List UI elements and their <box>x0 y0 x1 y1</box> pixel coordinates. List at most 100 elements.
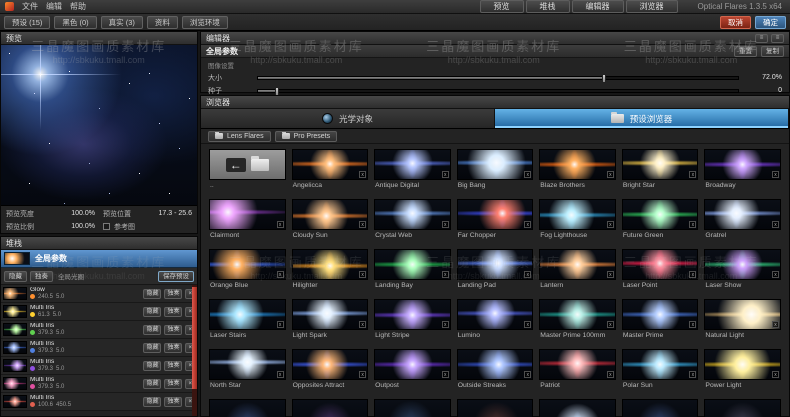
preset-thumbnail[interactable]: x <box>374 399 451 417</box>
preset-cell[interactable]: x Future Green <box>622 199 699 241</box>
preset-thumbnail[interactable]: x <box>292 149 369 180</box>
tab-preset-browser[interactable]: 预设浏览器 <box>495 109 789 128</box>
preset-cell[interactable]: x Big Bang <box>457 149 534 191</box>
preset-cell[interactable]: x Landing Pad <box>457 249 534 291</box>
presets-count-button[interactable]: 预设 (15) <box>4 16 50 29</box>
preset-thumbnail[interactable]: x <box>292 349 369 380</box>
preset-thumbnail[interactable]: x <box>622 399 699 417</box>
preset-thumbnail[interactable]: x <box>209 249 286 280</box>
preset-cell[interactable]: x Landing Bay <box>374 249 451 291</box>
preset-cell[interactable]: x <box>704 399 781 417</box>
stack-element-row[interactable]: Multi Iris 61.3 5.0 隐藏 独奏 × <box>1 303 197 321</box>
preset-cell[interactable]: x Power Light <box>704 349 781 391</box>
element-solo-button[interactable]: 独奏 <box>164 325 182 335</box>
param-slider[interactable] <box>257 76 739 80</box>
preset-thumbnail[interactable]: x <box>374 349 451 380</box>
scrollbar-thumb[interactable] <box>192 287 197 389</box>
preset-cell[interactable]: x Antique Digital <box>374 149 451 191</box>
preview-image[interactable] <box>1 45 197 206</box>
preset-thumbnail[interactable]: x <box>539 399 616 417</box>
preset-thumbnail[interactable]: x <box>292 299 369 330</box>
element-hide-button[interactable]: 隐藏 <box>143 343 161 353</box>
breadcrumb-lens-flares[interactable]: Lens Flares <box>208 131 271 142</box>
preset-thumbnail[interactable]: x <box>209 199 286 230</box>
preset-thumbnail[interactable]: x <box>292 399 369 417</box>
preset-cell[interactable]: x Bright Star <box>622 149 699 191</box>
preset-cell[interactable]: x Outpost <box>374 349 451 391</box>
element-hide-button[interactable]: 隐藏 <box>143 379 161 389</box>
ok-button[interactable]: 确定 <box>755 16 786 29</box>
folder-up-thumbnail[interactable]: ← <box>209 149 286 180</box>
stack-element-row[interactable]: Multi Iris 379.3 5.0 隐藏 独奏 × <box>1 339 197 357</box>
preset-thumbnail[interactable]: x <box>539 299 616 330</box>
preset-thumbnail[interactable]: x <box>457 249 534 280</box>
preset-cell[interactable]: x Light Spark <box>292 299 369 341</box>
preset-cell[interactable]: x <box>292 399 369 417</box>
element-solo-button[interactable]: 独奏 <box>164 361 182 371</box>
preset-thumbnail[interactable]: x <box>374 149 451 180</box>
preset-thumbnail[interactable]: x <box>292 249 369 280</box>
element-solo-button[interactable]: 独奏 <box>164 397 182 407</box>
preset-thumbnail[interactable]: x <box>704 199 781 230</box>
element-solo-button[interactable]: 独奏 <box>164 307 182 317</box>
preset-thumbnail[interactable]: x <box>292 199 369 230</box>
param-slider[interactable] <box>257 89 739 93</box>
copy-button[interactable]: 复制 <box>761 46 784 57</box>
element-solo-button[interactable]: 独奏 <box>164 343 182 353</box>
preset-cell[interactable]: x <box>374 399 451 417</box>
hide-button[interactable]: 隐藏 <box>4 271 27 282</box>
preset-cell[interactable]: x Laser Point <box>622 249 699 291</box>
preset-cell[interactable]: x Laser Show <box>704 249 781 291</box>
save-preset-button[interactable]: 保存预设 <box>158 271 194 282</box>
browse-env-button[interactable]: 浏览环境 <box>182 16 228 29</box>
folder-up-cell[interactable]: ← .. <box>209 149 286 191</box>
preset-cell[interactable]: x Gratrel <box>704 199 781 241</box>
preset-thumbnail[interactable]: x <box>622 349 699 380</box>
preset-thumbnail[interactable]: x <box>457 349 534 380</box>
slider-knob[interactable] <box>602 74 606 83</box>
preset-cell[interactable]: x Blaze Brothers <box>539 149 616 191</box>
preset-thumbnail[interactable]: x <box>457 199 534 230</box>
editor-menu-icon[interactable]: ≡ <box>755 34 768 43</box>
element-hide-button[interactable]: 隐藏 <box>143 307 161 317</box>
preset-thumbnail[interactable]: x <box>457 399 534 417</box>
stack-element-row[interactable]: Multi Iris 379.3 5.0 隐藏 独奏 × <box>1 357 197 375</box>
preset-cell[interactable]: x Cloudy Sun <box>292 199 369 241</box>
preset-cell[interactable]: x North Star <box>209 349 286 391</box>
menu-help[interactable]: 帮助 <box>70 1 86 12</box>
tab-editor[interactable]: 编辑器 <box>572 0 624 13</box>
preset-cell[interactable]: x <box>622 399 699 417</box>
preset-thumbnail[interactable]: x <box>704 349 781 380</box>
preset-cell[interactable]: x Clairmont <box>209 199 286 241</box>
preset-cell[interactable]: x Master Prime <box>622 299 699 341</box>
preset-cell[interactable]: x Angelicca <box>292 149 369 191</box>
stack-scrollbar[interactable] <box>192 285 197 416</box>
preset-thumbnail[interactable]: x <box>457 149 534 180</box>
stack-element-row[interactable]: Glow 240.5 5.0 隐藏 独奏 × <box>1 285 197 303</box>
tab-stack[interactable]: 堆栈 <box>526 0 570 13</box>
preset-cell[interactable]: x Patriot <box>539 349 616 391</box>
reset-button[interactable]: 重置 <box>734 46 757 57</box>
preset-thumbnail[interactable]: x <box>209 399 286 417</box>
preset-thumbnail[interactable]: x <box>374 299 451 330</box>
preset-cell[interactable]: x Far Chopper <box>457 199 534 241</box>
preset-cell[interactable]: x Light Stripe <box>374 299 451 341</box>
preset-cell[interactable]: x Hilighter <box>292 249 369 291</box>
preset-thumbnail[interactable]: x <box>539 149 616 180</box>
breadcrumb-pro-presets[interactable]: Pro Presets <box>275 131 338 142</box>
tab-preview[interactable]: 预览 <box>480 0 524 13</box>
preset-thumbnail[interactable]: x <box>374 249 451 280</box>
preset-thumbnail[interactable]: x <box>704 299 781 330</box>
preset-cell[interactable]: x Polar Sun <box>622 349 699 391</box>
menu-file[interactable]: 文件 <box>22 1 38 12</box>
preset-cell[interactable]: x Crystal Web <box>374 199 451 241</box>
preset-thumbnail[interactable]: x <box>209 349 286 380</box>
preset-thumbnail[interactable]: x <box>374 199 451 230</box>
preset-cell[interactable]: x Broadway <box>704 149 781 191</box>
preset-cell[interactable]: x <box>209 399 286 417</box>
preset-cell[interactable]: x Opposites Attract <box>292 349 369 391</box>
realistic-button[interactable]: 真实 (3) <box>101 16 143 29</box>
preset-thumbnail[interactable]: x <box>704 399 781 417</box>
preset-cell[interactable]: x Fog Lighthouse <box>539 199 616 241</box>
stack-element-row[interactable]: Multi Iris 100.6 450.5 隐藏 独奏 × <box>1 393 197 411</box>
